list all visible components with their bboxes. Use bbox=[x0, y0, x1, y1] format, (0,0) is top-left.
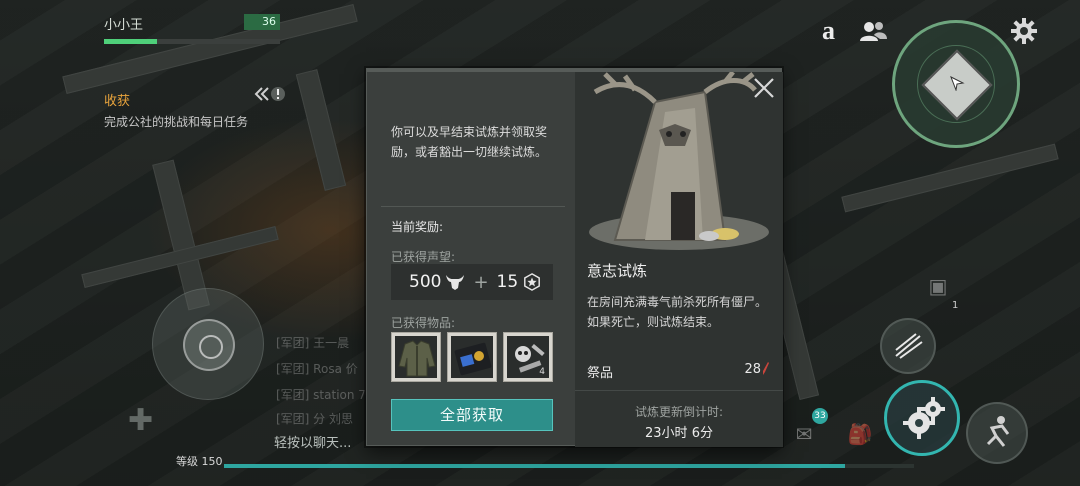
melee-attack-button[interactable] bbox=[880, 318, 936, 374]
divider bbox=[381, 206, 565, 207]
player-status: 小小王 36 bbox=[104, 14, 280, 44]
xp-bar bbox=[224, 464, 914, 468]
chat-line: [军团] station 7 bbox=[276, 388, 366, 402]
friends-icon[interactable] bbox=[858, 20, 888, 42]
quest-tracker[interactable]: 收获 完成公社的挑战和每日任务 bbox=[104, 90, 248, 130]
chat-line: [军团] 王一晨 bbox=[276, 336, 350, 350]
offering-count: 28 bbox=[744, 362, 761, 377]
sprint-button[interactable] bbox=[966, 402, 1028, 464]
offering-label: 祭品 bbox=[587, 366, 614, 381]
minimap[interactable] bbox=[892, 20, 1020, 148]
trial-description: 在房间充满毒气前杀死所有僵尸。如果死亡，则试炼结束。 bbox=[587, 295, 768, 329]
ammo-box-icon[interactable]: ▣ bbox=[924, 272, 952, 300]
mode-a-button[interactable]: a bbox=[822, 16, 835, 46]
bull-skull-icon bbox=[446, 275, 465, 290]
id-card-icon bbox=[454, 342, 492, 376]
close-icon[interactable] bbox=[752, 76, 776, 100]
plus-sign: + bbox=[473, 271, 489, 293]
quest-title: 收获 bbox=[104, 94, 131, 109]
xp-bar-fill bbox=[224, 464, 845, 468]
reward-item-slot[interactable] bbox=[391, 332, 441, 382]
chat-line: [军团] Rosa 价 bbox=[276, 362, 358, 376]
reward-item-slot[interactable] bbox=[447, 332, 497, 382]
refresh-countdown-value: 23小时 6分 bbox=[645, 426, 713, 441]
joystick-knob[interactable] bbox=[183, 319, 235, 371]
mail-icon[interactable]: ✉ bbox=[790, 420, 818, 448]
jacket-icon bbox=[398, 340, 436, 377]
quest-description: 完成公社的挑战和每日任务 bbox=[104, 115, 249, 129]
movement-joystick[interactable] bbox=[152, 288, 264, 400]
crafting-gear-button[interactable] bbox=[884, 380, 960, 456]
claim-all-button[interactable]: 全部获取 bbox=[391, 399, 553, 431]
chat-input-prompt[interactable]: 轻按以聊天... bbox=[274, 432, 351, 451]
backpack-icon[interactable]: 🎒 bbox=[846, 420, 874, 448]
health-bar bbox=[104, 39, 280, 44]
reputation-box: 500 + 15 bbox=[391, 264, 553, 300]
chat-line: [军团] 分 刘思 bbox=[276, 412, 353, 426]
reputation-primary-value: 500 bbox=[409, 272, 442, 292]
gears-icon bbox=[903, 397, 945, 439]
current-reward-title: 当前奖励: bbox=[391, 220, 444, 234]
trial-reward-dialog: 你可以及早结束试炼并领取奖励，或者豁出一切继续试炼。 当前奖励: 已获得声望: … bbox=[366, 68, 783, 447]
collapse-quest-icon[interactable] bbox=[252, 84, 292, 104]
running-man-icon bbox=[986, 416, 1010, 447]
player-level-badge: 36 bbox=[244, 14, 280, 30]
reward-item-slot[interactable]: 4 bbox=[503, 332, 553, 382]
mail-count-badge: 33 bbox=[812, 408, 828, 424]
divider bbox=[575, 390, 783, 391]
reputation-secondary-value: 15 bbox=[496, 272, 519, 292]
intro-text: 你可以及早结束试炼并领取奖励，或者豁出一切继续试炼。 bbox=[391, 125, 548, 159]
ammo-count: 1 bbox=[952, 300, 959, 311]
star-badge-icon bbox=[524, 273, 541, 291]
trial-info-panel: 意志试炼 在房间充满毒气前杀死所有僵尸。如果死亡，则试炼结束。 祭品 28 试炼… bbox=[575, 72, 783, 447]
settings-gear-icon[interactable] bbox=[1010, 17, 1038, 45]
offering-value: 28 bbox=[744, 362, 769, 377]
player-arrow-icon bbox=[950, 75, 965, 91]
trial-name: 意志试炼 bbox=[587, 262, 648, 280]
reward-panel: 你可以及早结束试炼并领取奖励，或者豁出一切继续试炼。 当前奖励: 已获得声望: … bbox=[367, 72, 575, 447]
item-count: 4 bbox=[539, 367, 545, 377]
reputation-label: 已获得声望: bbox=[391, 250, 456, 264]
dpad-plus-icon[interactable]: ✚ bbox=[128, 406, 158, 436]
level-label: 等级 150 bbox=[176, 455, 223, 468]
slash-icon bbox=[895, 333, 923, 359]
knife-icon bbox=[763, 362, 769, 375]
items-label: 已获得物品: bbox=[391, 316, 456, 330]
health-bar-fill bbox=[104, 39, 157, 44]
refresh-countdown-label: 试炼更新倒计时: bbox=[634, 405, 724, 419]
